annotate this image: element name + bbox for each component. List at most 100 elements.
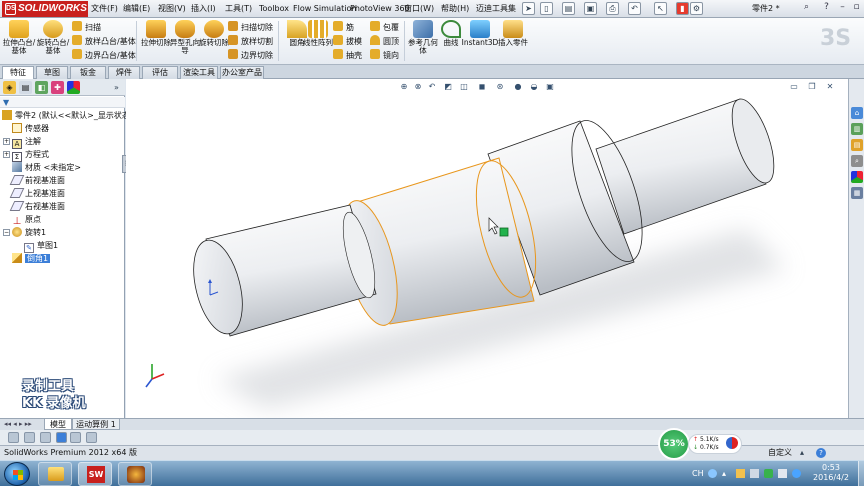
new-document-icon[interactable]: ▯ [540, 2, 553, 15]
graphics-area[interactable]: ⊕ ⊗ ↶ ◩ ◫ ◼ ⊛ ● ◒ ▣ ▭ ❐ ✕ [126, 79, 848, 418]
dimxpert-tab-icon[interactable]: ✚ [51, 81, 64, 94]
taskbar-recorder[interactable] [118, 462, 152, 486]
tab-evaluate[interactable]: 评估 [142, 66, 178, 79]
help-question-icon[interactable]: ? [820, 1, 833, 15]
revolve-boss-button[interactable]: 旋转凸台/基体 [36, 20, 70, 55]
menu-file[interactable]: 文件(F) [91, 0, 118, 18]
menu-edit[interactable]: 编辑(E) [123, 0, 150, 18]
taskbar-solidworks[interactable]: SW [78, 462, 112, 486]
shaft-model[interactable] [126, 79, 848, 418]
stop-icon[interactable] [56, 432, 67, 443]
lofted-cut-button[interactable]: 放样切割 [228, 35, 273, 48]
show-desktop-button[interactable] [858, 461, 864, 486]
tab-sheet-metal[interactable]: 钣金 [70, 66, 106, 79]
expand-equations-icon[interactable]: + [3, 151, 10, 158]
tab-features[interactable]: 特征 [2, 66, 34, 79]
tree-item-origin[interactable]: ⊥ 原点 [12, 214, 41, 227]
tab-model[interactable]: 模型 [44, 419, 72, 430]
menu-toolbox[interactable]: Toolbox [259, 0, 289, 18]
menu-view[interactable]: 视图(V) [158, 0, 186, 18]
menu-window[interactable]: 窗口(W) [404, 0, 434, 18]
tray-expand-icon[interactable]: ▴ [722, 469, 731, 478]
tree-item-sensors[interactable]: 传感器 [12, 123, 49, 135]
tree-root-part[interactable]: 零件2 (默认<<默认>_显示状态 [2, 110, 130, 122]
expand-panel-icon[interactable]: » [110, 81, 123, 94]
tab-motion-study[interactable]: 运动算例 1 [72, 419, 120, 430]
tab-render-tools[interactable]: 渲染工具 [180, 66, 218, 79]
collapse-revolve-icon[interactable]: − [3, 229, 10, 236]
search-view-icon[interactable]: ⌕ [851, 155, 863, 167]
tab-scroll-icons[interactable]: ◂◂ ◂ ▸ ▸▸ [4, 420, 32, 428]
dome-button[interactable]: 圆顶 [370, 35, 399, 48]
tray-network-icon[interactable] [750, 469, 759, 478]
display-manager-tab-icon[interactable] [67, 81, 80, 94]
custom-properties-icon[interactable]: ▦ [851, 187, 863, 199]
tab-weldments[interactable]: 焊件 [108, 66, 140, 79]
motion-wizard-icon[interactable] [86, 432, 97, 443]
language-indicator[interactable]: CH [692, 469, 704, 478]
property-manager-tab-icon[interactable]: ▤ [19, 81, 32, 94]
tree-item-revolve1[interactable]: 旋转1 [12, 227, 46, 239]
tray-status-icon[interactable] [792, 469, 801, 478]
design-library-icon[interactable]: ▥ [851, 123, 863, 135]
status-help-icon[interactable]: ? [816, 448, 826, 458]
mirror-button[interactable]: 镜向 [370, 49, 399, 62]
undo-icon[interactable]: ↶ [628, 2, 641, 15]
tray-security-icon[interactable] [764, 469, 773, 478]
pin-icon[interactable]: ➤ [522, 2, 535, 15]
instant3d-button[interactable]: Instant3D [460, 20, 500, 47]
play-from-start-icon[interactable] [24, 432, 35, 443]
calculate-icon[interactable] [8, 432, 19, 443]
tab-sketch[interactable]: 草图 [36, 66, 68, 79]
play-icon[interactable] [40, 432, 51, 443]
insert-part-button[interactable]: 插入零件 [496, 20, 530, 47]
open-folder-icon[interactable]: ▤ [562, 2, 575, 15]
rebuild-icon[interactable]: ▮ [676, 2, 689, 15]
draft-button[interactable]: 拔模 [333, 35, 362, 48]
menu-help[interactable]: 帮助(H) [441, 0, 469, 18]
start-button[interactable] [4, 462, 30, 486]
menu-tools[interactable]: 工具(T) [225, 0, 252, 18]
options-gear-icon[interactable]: ⚙ [690, 2, 703, 15]
solidworks-resources-icon[interactable]: ⌂ [851, 107, 863, 119]
print-icon[interactable]: ⎙ [606, 2, 619, 15]
tree-item-sketch1[interactable]: ✎ 草图1 [24, 240, 58, 253]
taskbar-clock[interactable]: 0:53 2016/4/2 [806, 463, 856, 483]
tree-item-equations[interactable]: Σ 方程式 [12, 149, 49, 162]
boundary-cut-button[interactable]: 边界切除 [228, 49, 273, 62]
tree-item-top-plane[interactable]: 上视基准面 [9, 188, 65, 200]
menu-flow-simulation[interactable]: Flow Simulation [293, 0, 356, 18]
tray-flag-icon[interactable] [736, 469, 745, 478]
menu-photoview[interactable]: PhotoView 360 [350, 0, 410, 18]
select-arrow-icon[interactable]: ↖ [654, 2, 667, 15]
tree-item-right-plane[interactable]: 右视基准面 [9, 201, 65, 213]
appearances-icon[interactable] [851, 171, 863, 183]
tray-keyboard-icon[interactable] [708, 469, 717, 478]
menu-insert[interactable]: 插入(I) [191, 0, 216, 18]
extrude-boss-button[interactable]: 拉伸凸台/基体 [2, 20, 36, 55]
tree-item-annotations[interactable]: A 注解 [12, 136, 41, 149]
configuration-manager-tab-icon[interactable]: ◧ [35, 81, 48, 94]
restore-icon[interactable]: ▫ [850, 1, 863, 15]
expand-annotations-icon[interactable]: + [3, 138, 10, 145]
swept-cut-button[interactable]: 扫描切除 [228, 21, 273, 34]
taskbar-explorer[interactable] [38, 462, 72, 486]
revolve-cut-button[interactable]: 旋转切除 [197, 20, 231, 47]
tray-volume-icon[interactable] [778, 469, 787, 478]
rib-button[interactable]: 筋 [333, 21, 354, 34]
tab-office-products[interactable]: 办公室产品 [220, 66, 264, 79]
status-custom-units[interactable]: 自定义 [768, 446, 792, 460]
linear-pattern-button[interactable]: 线性阵列 [301, 20, 335, 47]
wrap-button[interactable]: 包覆 [370, 21, 399, 34]
tree-item-front-plane[interactable]: 前视基准面 [9, 175, 65, 187]
shell-button[interactable]: 抽壳 [333, 49, 362, 62]
loft-boss-button[interactable]: 放样凸台/基体 [72, 35, 136, 48]
tree-item-chamfer1[interactable]: 倒角1 [12, 253, 51, 265]
file-explorer-icon[interactable]: ▤ [851, 139, 863, 151]
search-knowledge-icon[interactable]: ⌕ [800, 1, 813, 15]
menu-maidi-tools[interactable]: 迈迪工具集 [476, 0, 516, 18]
sweep-button[interactable]: 扫描 [72, 21, 101, 34]
tree-item-material[interactable]: 材质 <未指定> [12, 162, 81, 174]
feature-tree-tab-icon[interactable]: ◈ [3, 81, 16, 94]
boundary-boss-button[interactable]: 边界凸台/基体 [72, 49, 136, 62]
